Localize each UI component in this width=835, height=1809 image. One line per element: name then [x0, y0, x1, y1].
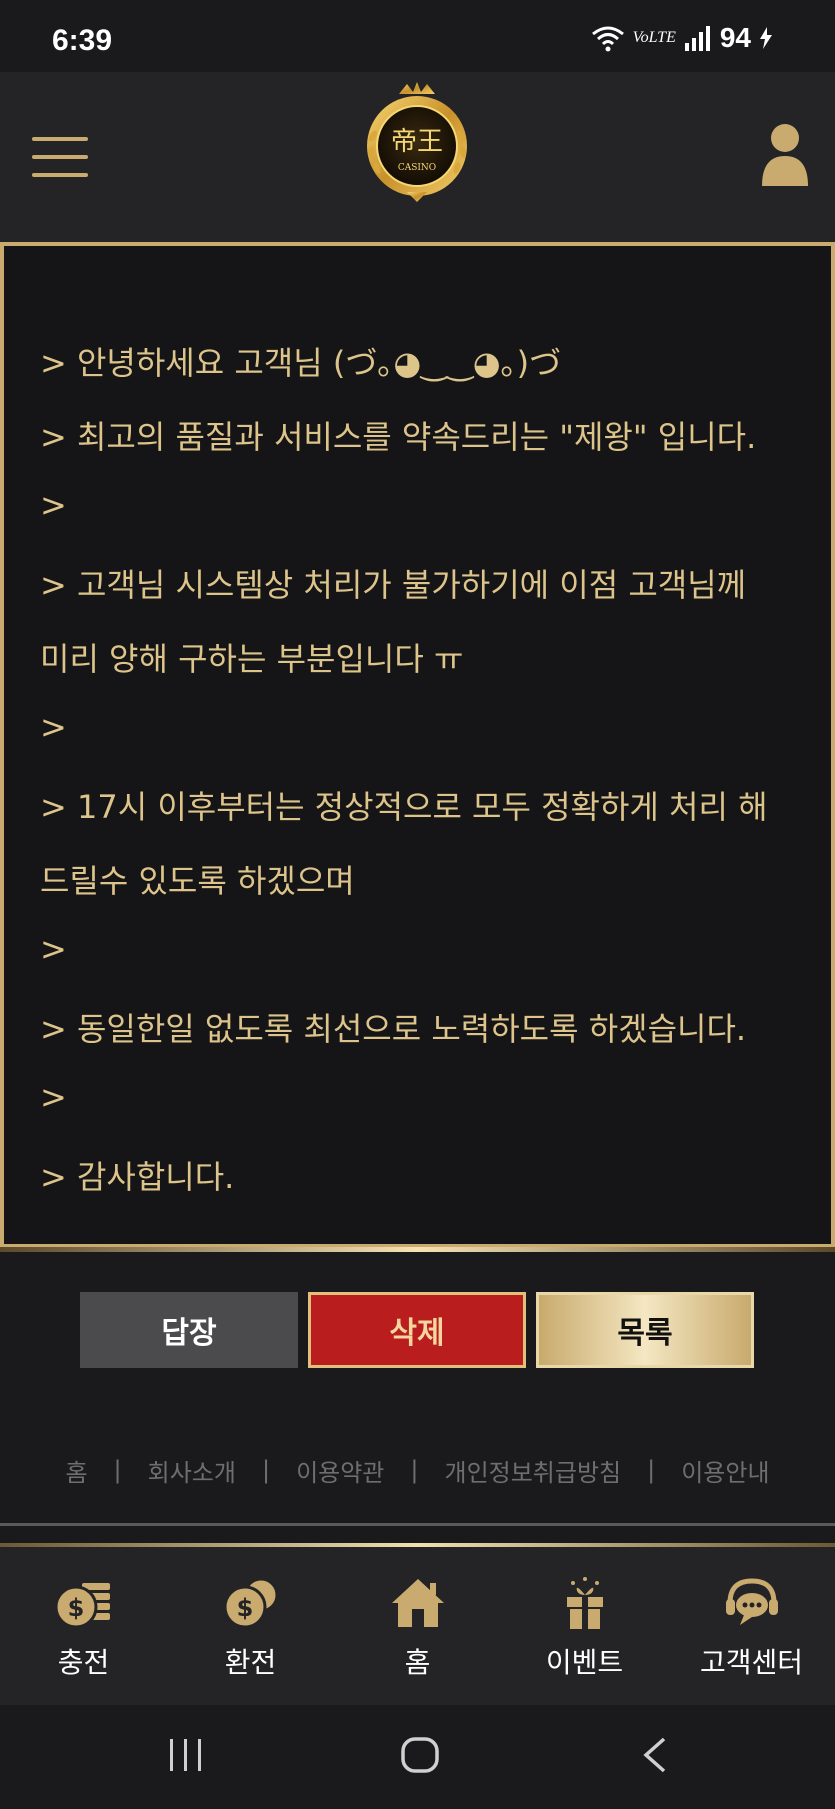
charging-icon	[760, 27, 772, 49]
delete-button[interactable]: 삭제	[308, 1292, 526, 1368]
nav-label: 환전	[224, 1646, 277, 1679]
nav-item-charge[interactable]: $ 충전	[0, 1547, 167, 1705]
footer-link-guide[interactable]: 이용안내	[681, 1453, 769, 1488]
nav-item-exchange[interactable]: $ 환전	[167, 1547, 334, 1705]
status-bar: 6:39 VoLTE 94	[0, 0, 835, 72]
signal-icon	[684, 26, 710, 51]
message-line: >	[40, 930, 67, 968]
footer-divider	[0, 1523, 835, 1526]
system-nav-bar	[0, 1705, 835, 1809]
message-line: > 17시 이후부터는 정상적으로 모두 정확하게 처리 해	[40, 788, 768, 826]
svg-text:帝王: 帝王	[391, 127, 443, 157]
svg-text:CASINO: CASINO	[398, 163, 436, 173]
footer-link-company[interactable]: 회사소개	[148, 1453, 236, 1488]
nav-label: 이벤트	[545, 1646, 624, 1679]
support-chat-icon	[725, 1578, 778, 1625]
bottom-nav: $ 충전 $ 환전 홈 이벤트 고객센터	[0, 1547, 835, 1705]
footer-link-home[interactable]: 홈	[65, 1453, 87, 1488]
charge-coins-icon: $	[54, 1583, 110, 1629]
gift-icon	[566, 1577, 603, 1629]
status-time: 6:39	[52, 24, 113, 57]
recent-apps-icon[interactable]	[168, 1735, 204, 1775]
casino-logo[interactable]: 帝王 CASINO	[355, 80, 479, 204]
footer-separator: |	[261, 1456, 271, 1484]
message-line: >	[40, 708, 67, 746]
exchange-coins-icon: $	[223, 1577, 278, 1629]
nav-label: 고객센터	[699, 1646, 804, 1679]
nav-item-home[interactable]: 홈	[334, 1547, 501, 1705]
footer-separator: |	[647, 1456, 656, 1484]
status-indicators: VoLTE 94	[591, 22, 773, 54]
footer-link-privacy[interactable]: 개인정보취급방침	[444, 1453, 621, 1488]
message-line: > 고객님 시스템상 처리가 불가하기에 이점 고객님께	[40, 566, 747, 604]
footer-separator: |	[113, 1456, 122, 1484]
message-content: > 안녕하세요 고객님 (づ｡◕‿‿◕｡)づ > 최고의 품질과 서비스를 약속…	[0, 242, 835, 1248]
message-line: > 최고의 품질과 서비스를 약속드리는 "제왕" 입니다.	[40, 418, 757, 456]
nav-item-event[interactable]: 이벤트	[501, 1547, 668, 1705]
home-button-icon[interactable]	[400, 1735, 440, 1775]
reply-button[interactable]: 답장	[80, 1292, 298, 1368]
footer-link-terms[interactable]: 이용약관	[296, 1453, 384, 1488]
message-line: > 동일한일 없도록 최선으로 노력하도록 하겠습니다.	[40, 1010, 747, 1048]
svg-text:$: $	[236, 1594, 253, 1622]
message-line: >	[40, 486, 67, 524]
list-button[interactable]: 목록	[536, 1292, 754, 1368]
battery-level: 94	[719, 22, 751, 53]
nav-label: 충전	[57, 1646, 110, 1679]
back-icon[interactable]	[640, 1735, 670, 1775]
wifi-icon	[591, 26, 624, 52]
home-icon	[391, 1579, 444, 1627]
app-header: 帝王 CASINO	[0, 72, 835, 242]
menu-icon[interactable]	[32, 137, 88, 177]
message-line: 미리 양해 구하는 부분입니다 ㅠ	[40, 640, 464, 678]
gold-divider	[0, 1247, 835, 1252]
footer-separator: |	[410, 1456, 419, 1484]
nav-item-support[interactable]: 고객센터	[668, 1547, 835, 1705]
user-icon[interactable]	[760, 122, 810, 186]
footer-links: 홈 | 회사소개 | 이용약관 | 개인정보취급방침 | 이용안내	[0, 1450, 835, 1490]
message-line: > 안녕하세요 고객님 (づ｡◕‿‿◕｡)づ	[40, 344, 562, 382]
message-line: 드릴수 있도록 하겠으며	[40, 862, 355, 900]
message-line: > 감사합니다.	[40, 1158, 235, 1196]
svg-text:$: $	[67, 1594, 84, 1622]
nav-label: 홈	[404, 1646, 431, 1679]
volte-indicator: VoLTE	[632, 29, 676, 46]
message-line: >	[40, 1078, 67, 1116]
